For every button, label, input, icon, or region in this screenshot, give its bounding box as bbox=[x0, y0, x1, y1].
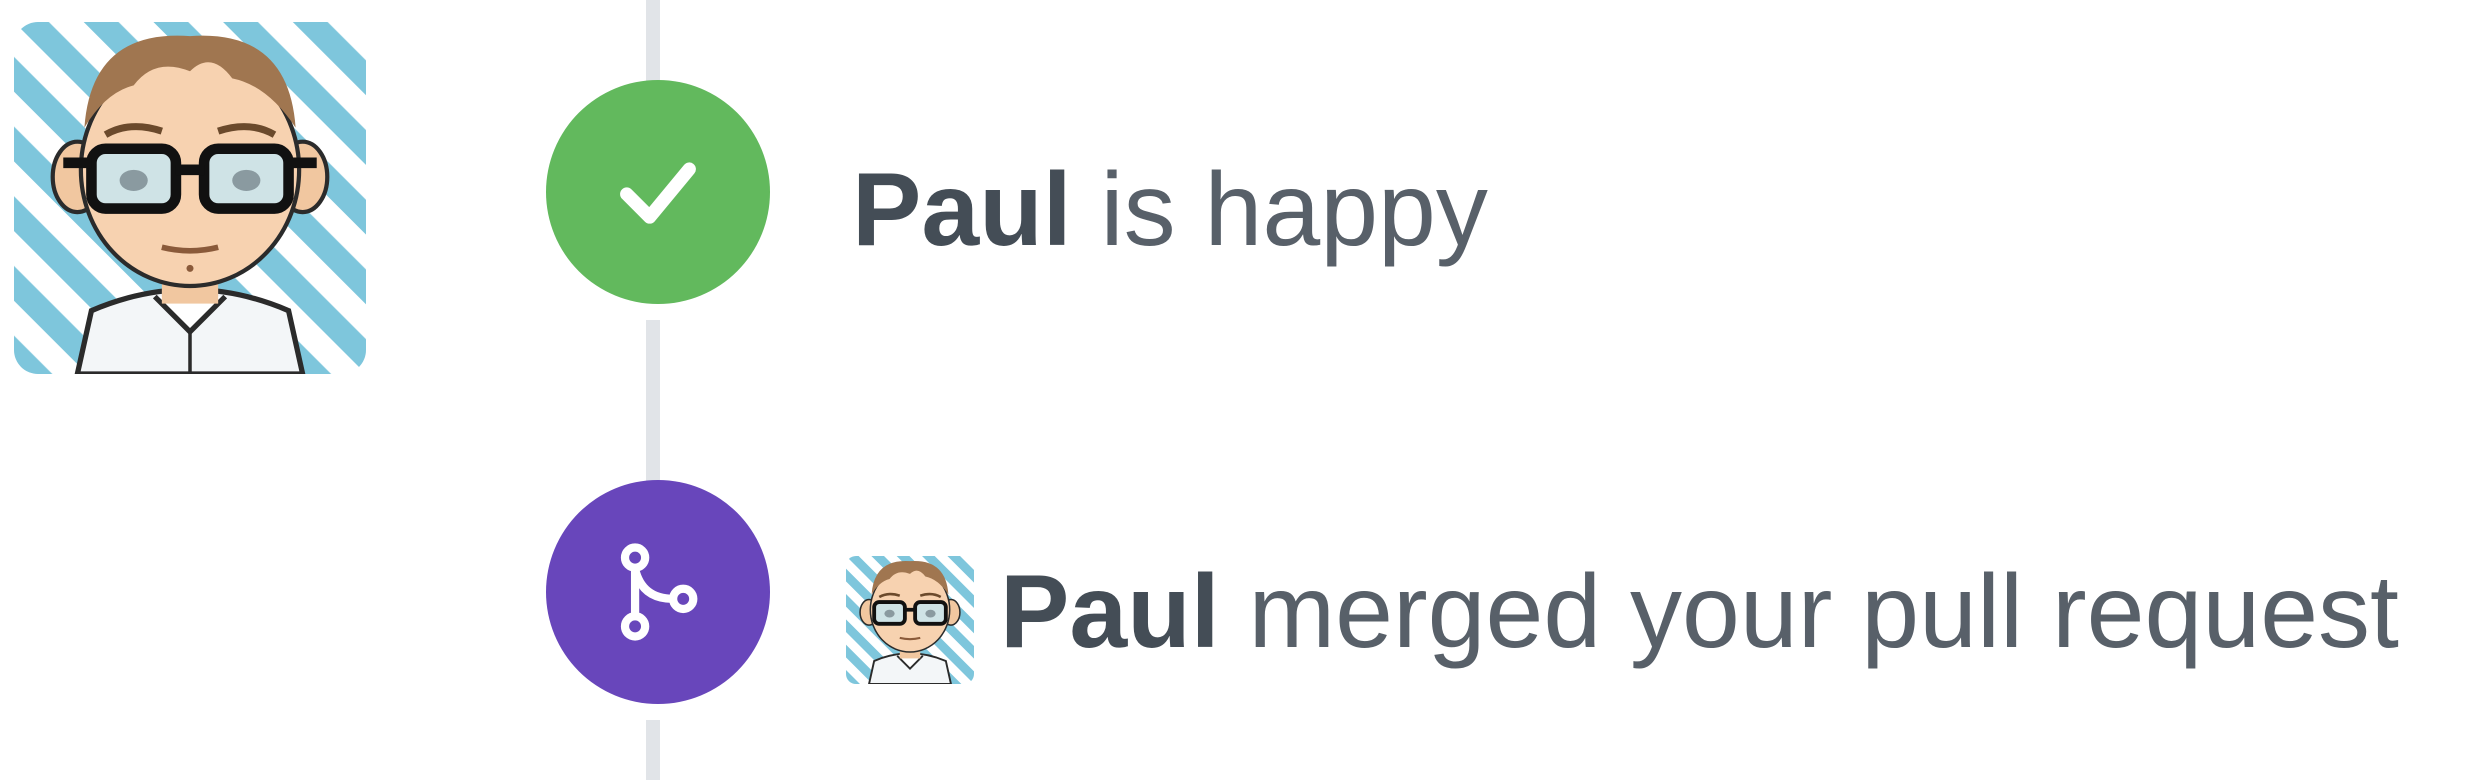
event-actor-link[interactable]: Paul bbox=[1000, 554, 1220, 670]
author-avatar[interactable] bbox=[14, 22, 366, 374]
success-event-badge bbox=[546, 80, 770, 304]
event-actor-link[interactable]: Paul bbox=[852, 152, 1072, 268]
actor-avatar[interactable] bbox=[846, 556, 974, 684]
event-text: Paul is happy bbox=[852, 158, 1488, 262]
event-text: Paul merged your pull request bbox=[1000, 560, 2399, 664]
merged-event-badge bbox=[546, 480, 770, 704]
user-avatar-icon bbox=[14, 22, 366, 374]
git-merge-icon bbox=[620, 543, 698, 641]
event-action: is happy bbox=[1071, 152, 1488, 268]
check-icon bbox=[620, 162, 696, 224]
event-action: merged your pull request bbox=[1219, 554, 2399, 670]
user-avatar-icon bbox=[846, 556, 974, 684]
